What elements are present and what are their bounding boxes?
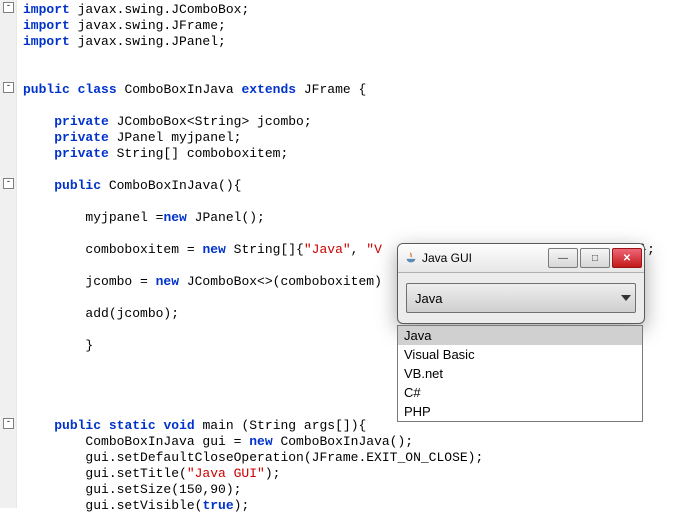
- combobox-selected: Java: [415, 291, 442, 306]
- combobox-option[interactable]: Java: [398, 326, 642, 345]
- close-button[interactable]: ✕: [612, 248, 642, 268]
- combobox[interactable]: Java: [406, 283, 636, 313]
- java-cup-icon: [404, 251, 418, 265]
- fold-marker[interactable]: -: [3, 2, 14, 13]
- chevron-down-icon: [621, 295, 631, 301]
- combobox-option[interactable]: PHP: [398, 402, 642, 421]
- swing-window: Java GUI — □ ✕ Java: [397, 243, 645, 324]
- maximize-button[interactable]: □: [580, 248, 610, 268]
- fold-marker[interactable]: -: [3, 178, 14, 189]
- combobox-option[interactable]: VB.net: [398, 364, 642, 383]
- fold-marker[interactable]: -: [3, 418, 14, 429]
- window-title: Java GUI: [422, 251, 546, 265]
- window-body: Java: [398, 273, 644, 323]
- minimize-button[interactable]: —: [548, 248, 578, 268]
- combobox-option[interactable]: C#: [398, 383, 642, 402]
- combobox-dropdown[interactable]: Java Visual Basic VB.net C# PHP: [397, 325, 643, 422]
- combobox-option[interactable]: Visual Basic: [398, 345, 642, 364]
- fold-marker[interactable]: -: [3, 82, 14, 93]
- fold-gutter: - - - -: [0, 0, 17, 508]
- titlebar[interactable]: Java GUI — □ ✕: [398, 244, 644, 273]
